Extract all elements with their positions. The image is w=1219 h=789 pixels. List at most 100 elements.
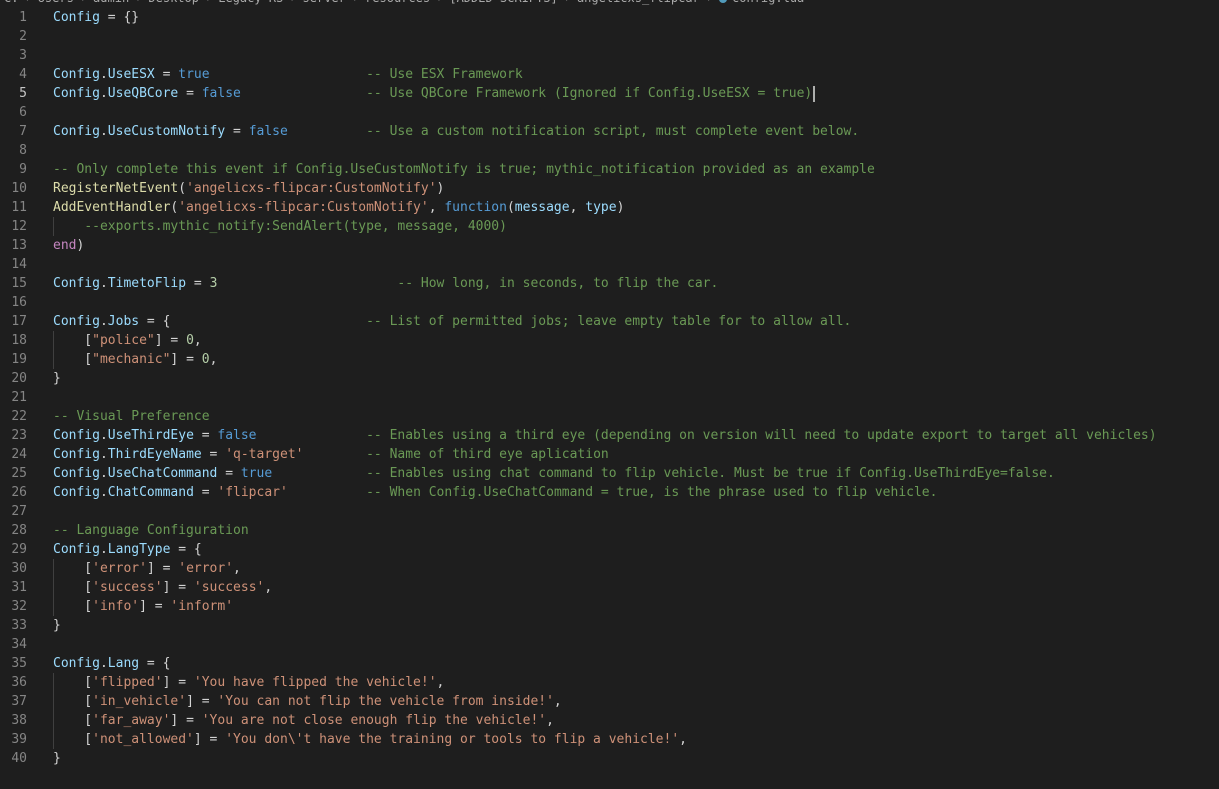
code-line[interactable]: 7 Config.UseCustomNotify = false -- Use a… — [0, 122, 1219, 141]
line-number: 14 — [11, 257, 27, 272]
code-editor[interactable]: 1 Config = {} 2 3 4 Config.UseESX = true -- U… — [0, 8, 1219, 768]
code-text[interactable]: ['in_vehicle'] = 'You can not flip the v… — [53, 692, 561, 711]
code-token: Config — [53, 86, 100, 101]
code-line[interactable]: 24 Config.ThirdEyeName = 'q-target' -- Na… — [0, 445, 1219, 464]
code-token: Config — [53, 466, 100, 481]
breadcrumb-item[interactable]: admin — [93, 0, 129, 5]
code-text[interactable]: Config.UseChatCommand = true -- Enables … — [53, 464, 1055, 483]
code-text[interactable]: Config.LangType = { — [53, 540, 202, 559]
code-line[interactable]: 4 Config.UseESX = true -- Use ESX Framewo… — [0, 65, 1219, 84]
code-text[interactable]: ["police"] = 0, — [53, 331, 201, 350]
code-line[interactable]: 25 Config.UseChatCommand = true -- Enable… — [0, 464, 1219, 483]
code-line[interactable]: 3 — [0, 46, 1219, 65]
code-line[interactable]: 26 Config.ChatCommand = 'flipcar' -- When… — [0, 483, 1219, 502]
code-line[interactable]: 21 — [0, 388, 1219, 407]
code-line[interactable]: 9 -- Only complete this event if Config.U… — [0, 160, 1219, 179]
breadcrumb-item[interactable]: [ADDED SCRIPTS] — [449, 0, 557, 5]
code-token: --exports.mythic_notify:SendAlert(type, … — [84, 219, 507, 234]
code-line[interactable]: 19 ["mechanic"] = 0, — [0, 350, 1219, 369]
code-token: Lang — [107, 656, 140, 671]
code-line[interactable]: 27 — [0, 502, 1219, 521]
line-number: 22 — [11, 409, 27, 424]
code-text[interactable]: AddEventHandler ('angelicxs-flipcar:Custo… — [53, 198, 624, 217]
code-line[interactable]: 5 Config.UseQBCore = false -- Use QBCore … — [0, 84, 1219, 103]
code-line[interactable]: 2 — [0, 27, 1219, 46]
code-text[interactable]: ['info'] = 'inform' — [53, 597, 233, 616]
code-line[interactable]: 20} — [0, 369, 1219, 388]
code-text[interactable]: -- Only complete this event if Config.Us… — [53, 160, 875, 179]
breadcrumb-item[interactable]: C: — [4, 0, 18, 5]
code-text[interactable]: ['error'] = 'error', — [53, 559, 241, 578]
code-text[interactable]: } — [53, 616, 61, 635]
code-line[interactable]: 12 --exports.mythic_notify:SendAlert(typ… — [0, 217, 1219, 236]
code-token: ) — [616, 200, 625, 215]
code-line[interactable]: 39 ['not_allowed'] = 'You don\'t have th… — [0, 730, 1219, 749]
code-line[interactable]: 32 ['info'] = 'inform' — [0, 597, 1219, 616]
code-text[interactable]: -- Visual Preference — [53, 407, 210, 426]
code-line[interactable]: 37 ['in_vehicle'] = 'You can not flip th… — [0, 692, 1219, 711]
code-line[interactable]: 16 — [0, 293, 1219, 312]
code-text[interactable]: Config.TimetoFlip = 3 -- How long, in se… — [53, 274, 718, 293]
code-line[interactable]: 34 — [0, 635, 1219, 654]
code-line[interactable]: 11 AddEventHandler ('angelicxs-flipcar:Cus… — [0, 198, 1219, 217]
code-line[interactable]: 1 Config = {} — [0, 8, 1219, 27]
code-line[interactable]: 30 ['error'] = 'error', — [0, 559, 1219, 578]
code-text[interactable]: end) — [53, 236, 84, 255]
line-number: 34 — [11, 637, 27, 652]
code-line[interactable]: 13 end) — [0, 236, 1219, 255]
code-text[interactable]: Config.UseCustomNotify = false -- Use a … — [53, 122, 859, 141]
code-text[interactable]: Config.ChatCommand = 'flipcar' -- When C… — [53, 483, 937, 502]
code-text[interactable]: Config.Jobs = { -- List of permitted job… — [53, 312, 851, 331]
code-text[interactable]: } — [53, 369, 61, 388]
breadcrumb-item[interactable]: angelicxs_flipcar — [577, 0, 700, 5]
code-line[interactable]: 17 Config.Jobs = { -- List of permitted j… — [0, 312, 1219, 331]
breadcrumb-separator-icon: › — [564, 0, 571, 5]
code-line[interactable]: 8 — [0, 141, 1219, 160]
code-line[interactable]: 40} — [0, 749, 1219, 768]
code-token: . — [99, 466, 108, 481]
code-text[interactable]: Config.UseThirdEye = false -- Enables us… — [53, 426, 1157, 445]
code-text[interactable]: Config.ThirdEyeName = 'q-target' -- Name… — [53, 445, 609, 464]
code-text[interactable]: Config.UseESX = true -- Use ESX Framewor… — [53, 65, 523, 84]
code-text[interactable]: --exports.mythic_notify:SendAlert(type, … — [53, 217, 507, 236]
code-line[interactable]: 35 Config.Lang = { — [0, 654, 1219, 673]
code-line[interactable]: 36 ['flipped'] = 'You have flipped the v… — [0, 673, 1219, 692]
code-token: . — [99, 67, 108, 82]
code-line[interactable]: 22 -- Visual Preference — [0, 407, 1219, 426]
code-line[interactable]: 38 ['far_away'] = 'You are not close eno… — [0, 711, 1219, 730]
code-text[interactable]: RegisterNetEvent('angelicxs-flipcar:Cust… — [53, 179, 444, 198]
code-line[interactable]: 6 — [0, 103, 1219, 122]
code-token: Config — [53, 314, 100, 329]
code-token: , — [569, 200, 586, 215]
code-line[interactable]: 15 Config.TimetoFlip = 3 -- How long, in … — [0, 274, 1219, 293]
line-number: 6 — [19, 105, 27, 120]
code-token: = — [225, 124, 249, 139]
code-text[interactable]: -- Language Configuration — [53, 521, 249, 540]
code-token: ] = — [146, 561, 179, 576]
code-line[interactable]: 14 — [0, 255, 1219, 274]
code-line[interactable]: 23 Config.UseThirdEye = false -- Enables … — [0, 426, 1219, 445]
code-token: . — [99, 124, 108, 139]
code-line[interactable]: 18 ["police"] = 0, — [0, 331, 1219, 350]
code-text[interactable]: ["mechanic"] = 0, — [53, 350, 217, 369]
code-line[interactable]: 29 Config.LangType = { — [0, 540, 1219, 559]
code-line[interactable]: 28 -- Language Configuration — [0, 521, 1219, 540]
breadcrumb-item[interactable]: resources — [365, 0, 430, 5]
code-text[interactable]: ['flipped'] = 'You have flipped the vehi… — [53, 673, 444, 692]
breadcrumb-item[interactable]: Legacy-RS — [218, 0, 283, 5]
code-text[interactable]: Config.Lang = { — [53, 654, 170, 673]
breadcrumb-item[interactable]: config.lua — [732, 0, 804, 5]
breadcrumb-item[interactable]: Users — [38, 0, 74, 5]
code-text[interactable]: ['far_away'] = 'You are not close enough… — [53, 711, 554, 730]
breadcrumb-item[interactable]: server — [302, 0, 345, 5]
code-text[interactable]: ['not_allowed'] = 'You don\'t have the t… — [53, 730, 687, 749]
code-text[interactable]: Config.UseQBCore = false -- Use QBCore F… — [53, 84, 816, 103]
code-line[interactable]: 31 ['success'] = 'success', — [0, 578, 1219, 597]
code-line[interactable]: 10 RegisterNetEvent('angelicxs-flipcar:Cu… — [0, 179, 1219, 198]
breadcrumb[interactable]: C: › Users › admin › Desktop › Legacy-RS › server ›… — [0, 0, 1219, 5]
code-text[interactable]: Config = {} — [53, 8, 139, 27]
breadcrumb-item[interactable]: Desktop — [148, 0, 199, 5]
code-text[interactable]: } — [53, 749, 61, 768]
code-line[interactable]: 33} — [0, 616, 1219, 635]
code-text[interactable]: ['success'] = 'success', — [53, 578, 272, 597]
